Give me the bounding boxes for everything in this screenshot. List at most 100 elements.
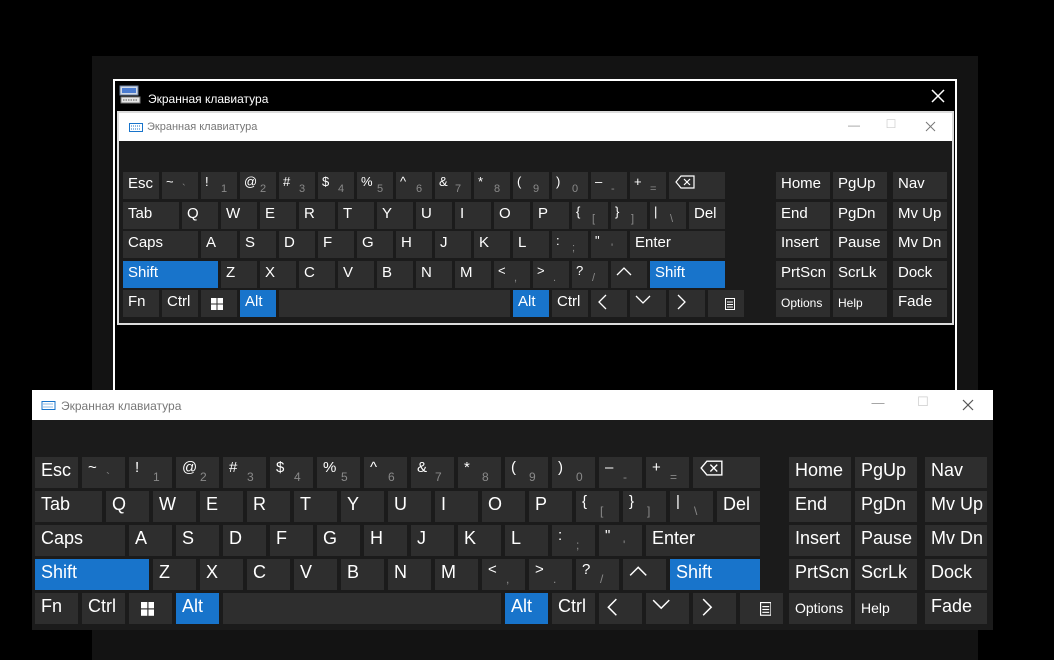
key-x[interactable]: X bbox=[200, 559, 243, 590]
key-5[interactable]: % 5 bbox=[317, 457, 360, 488]
key-o[interactable]: O bbox=[494, 201, 530, 229]
key-minus[interactable]: – - bbox=[591, 172, 627, 199]
key-del[interactable]: Del bbox=[689, 201, 725, 229]
key-nav[interactable]: Nav bbox=[893, 172, 947, 199]
key-gt[interactable]: >. bbox=[529, 559, 572, 590]
key-pgdn[interactable]: PgDn bbox=[833, 201, 887, 229]
key-right[interactable] bbox=[669, 290, 705, 317]
close-icon[interactable] bbox=[962, 399, 974, 411]
key-fade[interactable]: Fade bbox=[893, 290, 947, 317]
key-scrlk[interactable]: ScrLk bbox=[833, 260, 887, 288]
key-m[interactable]: M bbox=[435, 559, 478, 590]
key-left[interactable] bbox=[599, 593, 642, 624]
key-mvdn[interactable]: Mv Dn bbox=[893, 231, 947, 258]
key-p[interactable]: P bbox=[533, 201, 569, 229]
key-4[interactable]: $4 bbox=[270, 457, 313, 488]
key-mvup[interactable]: Mv Up bbox=[925, 491, 987, 522]
key-n[interactable]: N bbox=[388, 559, 431, 590]
key-lctrl[interactable]: Ctrl bbox=[162, 290, 198, 317]
key-d[interactable]: D bbox=[223, 525, 266, 556]
key-h[interactable]: H bbox=[364, 525, 407, 556]
key-lshift[interactable]: Shift bbox=[35, 559, 149, 590]
key-f[interactable]: F bbox=[270, 525, 313, 556]
key-esc[interactable]: Esc bbox=[35, 457, 78, 488]
key-x[interactable]: X bbox=[260, 260, 296, 288]
key-a[interactable]: A bbox=[129, 525, 172, 556]
key-dock[interactable]: Dock bbox=[893, 260, 947, 288]
key-question[interactable]: ? / bbox=[572, 260, 608, 288]
key-plus[interactable]: + = bbox=[646, 457, 689, 488]
key-backspace[interactable] bbox=[669, 172, 725, 199]
key-w[interactable]: W bbox=[221, 201, 257, 229]
key-down[interactable] bbox=[630, 290, 666, 317]
key-g[interactable]: G bbox=[357, 231, 393, 258]
key-7[interactable]: & 7 bbox=[435, 172, 471, 199]
close-icon[interactable] bbox=[925, 121, 936, 132]
key-i[interactable]: I bbox=[455, 201, 491, 229]
key-prtscn[interactable]: PrtScn bbox=[776, 260, 830, 288]
key-r[interactable]: R bbox=[299, 201, 335, 229]
key-lalt[interactable]: Alt bbox=[240, 290, 276, 317]
key-tab[interactable]: Tab bbox=[123, 201, 179, 229]
key-backspace[interactable] bbox=[693, 457, 760, 488]
key-lt[interactable]: <, bbox=[482, 559, 525, 590]
key-plus[interactable]: + = bbox=[630, 172, 666, 199]
key-options[interactable]: Options bbox=[776, 290, 830, 317]
key-quote[interactable]: " ' bbox=[591, 231, 627, 258]
key-rbrace[interactable]: }] bbox=[623, 491, 666, 522]
key-1[interactable]: ! 1 bbox=[201, 172, 237, 199]
key-l[interactable]: L bbox=[513, 231, 549, 258]
minimize-icon[interactable]: — bbox=[868, 395, 888, 410]
key-3[interactable]: #3 bbox=[223, 457, 266, 488]
key-pgup[interactable]: PgUp bbox=[855, 457, 917, 488]
key-menu[interactable] bbox=[740, 593, 783, 624]
key-rbrace[interactable]: }] bbox=[611, 201, 647, 229]
key-4[interactable]: $4 bbox=[318, 172, 354, 199]
key-rshift[interactable]: Shift bbox=[670, 559, 760, 590]
key-rctrl[interactable]: Ctrl bbox=[552, 593, 595, 624]
key-caps[interactable]: Caps bbox=[35, 525, 125, 556]
key-b[interactable]: B bbox=[341, 559, 384, 590]
key-lshift[interactable]: Shift bbox=[123, 260, 218, 288]
maximize-icon[interactable]: ☐ bbox=[881, 117, 901, 131]
key-c[interactable]: C bbox=[299, 260, 335, 288]
key-ralt[interactable]: Alt bbox=[505, 593, 548, 624]
key-right[interactable] bbox=[693, 593, 736, 624]
key-fade[interactable]: Fade bbox=[925, 593, 987, 624]
key-space[interactable] bbox=[223, 593, 501, 624]
key-esc[interactable]: Esc bbox=[123, 172, 159, 199]
key-r[interactable]: R bbox=[247, 491, 290, 522]
key-v[interactable]: V bbox=[294, 559, 337, 590]
key-question[interactable]: ? / bbox=[576, 559, 619, 590]
key-8[interactable]: * 8 bbox=[458, 457, 501, 488]
key-scrlk[interactable]: ScrLk bbox=[855, 559, 917, 590]
key-enter[interactable]: Enter bbox=[646, 525, 760, 556]
key-l[interactable]: L bbox=[505, 525, 548, 556]
key-m[interactable]: M bbox=[455, 260, 491, 288]
key-fn[interactable]: Fn bbox=[123, 290, 159, 317]
key-h[interactable]: H bbox=[396, 231, 432, 258]
key-del[interactable]: Del bbox=[717, 491, 760, 522]
key-caps[interactable]: Caps bbox=[123, 231, 198, 258]
key-z[interactable]: Z bbox=[153, 559, 196, 590]
key-t[interactable]: T bbox=[338, 201, 374, 229]
key-minus[interactable]: – - bbox=[599, 457, 642, 488]
key-e[interactable]: E bbox=[200, 491, 243, 522]
key-nav[interactable]: Nav bbox=[925, 457, 987, 488]
key-dock[interactable]: Dock bbox=[925, 559, 987, 590]
key-a[interactable]: A bbox=[201, 231, 237, 258]
key-colon[interactable]: :; bbox=[552, 231, 588, 258]
key-lt[interactable]: <, bbox=[494, 260, 530, 288]
key-0[interactable]: ) 0 bbox=[552, 172, 588, 199]
key-home[interactable]: Home bbox=[789, 457, 851, 488]
close-icon[interactable] bbox=[929, 87, 947, 105]
key-6[interactable]: ^ 6 bbox=[364, 457, 407, 488]
key-2[interactable]: @2 bbox=[176, 457, 219, 488]
key-w[interactable]: W bbox=[153, 491, 196, 522]
key-v[interactable]: V bbox=[338, 260, 374, 288]
minimize-icon[interactable]: — bbox=[844, 118, 864, 132]
key-menu[interactable] bbox=[708, 290, 744, 317]
key-pause[interactable]: Pause bbox=[855, 525, 917, 556]
key-y[interactable]: Y bbox=[377, 201, 413, 229]
key-u[interactable]: U bbox=[388, 491, 431, 522]
